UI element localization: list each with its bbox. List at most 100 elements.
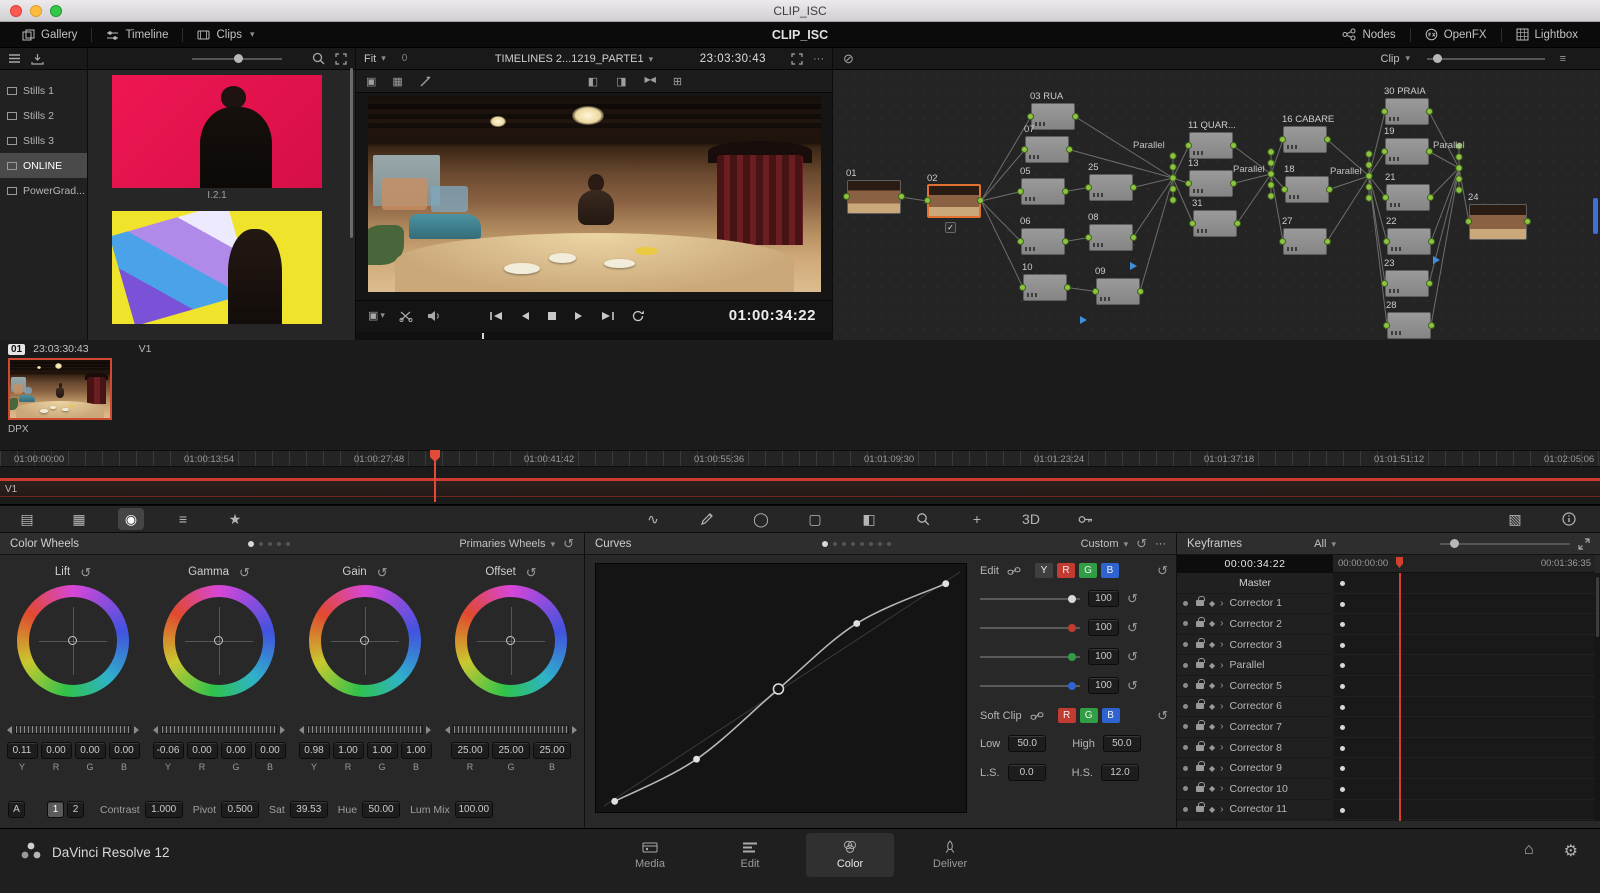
enhanced-viewer-icon[interactable] — [419, 75, 432, 88]
high-value[interactable]: 50.0 — [1103, 735, 1141, 752]
wheels-mode-select[interactable]: Primaries Wheels ▾ — [459, 538, 555, 550]
keyframe-diamond-icon[interactable]: ◆ — [1209, 784, 1215, 793]
wheel-value-b[interactable]: 1.00 — [401, 742, 432, 759]
wheels-page-button[interactable]: 1 — [47, 801, 64, 818]
step-back-icon[interactable] — [519, 311, 531, 321]
play-icon[interactable] — [573, 311, 585, 321]
keyframe-marker[interactable] — [1340, 663, 1345, 668]
color-wheel-control[interactable] — [455, 585, 567, 697]
camera-raw-icon[interactable]: ▤ — [14, 508, 40, 530]
image-wipe-icon[interactable]: ▣ — [366, 75, 376, 88]
keyframe-track[interactable] — [1333, 676, 1595, 697]
node-16[interactable]: 16 CABARE — [1283, 126, 1327, 153]
node-graph[interactable]: ParallelParallelParallelParallel0102✓03 … — [833, 70, 1600, 340]
expand-gallery-icon[interactable] — [335, 53, 347, 65]
lock-icon[interactable] — [1196, 724, 1204, 730]
keyframe-marker[interactable] — [1340, 643, 1345, 648]
wheel-master-slider[interactable] — [161, 725, 277, 734]
gang-viewers-icon[interactable]: ▶◀ — [645, 75, 655, 88]
param-value[interactable]: 0.500 — [221, 801, 259, 818]
keyframe-diamond-icon[interactable]: ◆ — [1209, 640, 1215, 649]
wheel-value-b[interactable]: 0.00 — [255, 742, 286, 759]
keyframes-ruler-area[interactable]: 00:00:00:00 00:01:36:35 — [1333, 555, 1595, 573]
page-tab-edit[interactable]: Edit — [706, 833, 794, 877]
node-10[interactable]: 10 — [1023, 274, 1067, 301]
keyframes-filter-select[interactable]: All ▾ — [1314, 538, 1336, 550]
slider-reset-icon[interactable]: ↺ — [1127, 679, 1138, 692]
thumbnail-size-slider[interactable] — [192, 53, 282, 65]
keyframe-track[interactable] — [1333, 635, 1595, 656]
curve-gain-value[interactable]: 100 — [1088, 619, 1119, 636]
keyframes-expand-icon[interactable] — [1578, 538, 1590, 550]
curve-gain-value[interactable]: 100 — [1088, 590, 1119, 607]
expand-chevron-icon[interactable]: › — [1220, 660, 1223, 671]
wheel-value-b[interactable]: 0.00 — [109, 742, 140, 759]
split-screen-icon[interactable]: ◧ — [588, 75, 598, 88]
keyframe-track[interactable] — [1333, 614, 1595, 635]
keyframe-diamond-icon[interactable]: ◆ — [1209, 661, 1215, 670]
topbar-button-openfx[interactable]: OpenFX — [1413, 22, 1499, 47]
topbar-button-timeline[interactable]: Timeline — [94, 22, 180, 47]
wheel-master-slider[interactable] — [15, 725, 131, 734]
param-value[interactable]: 50.00 — [362, 801, 400, 818]
curve-gain-value[interactable]: 100 — [1088, 648, 1119, 665]
lock-icon[interactable] — [1196, 806, 1204, 812]
keyframe-track[interactable] — [1333, 655, 1595, 676]
keyframe-marker[interactable] — [1340, 622, 1345, 627]
expand-chevron-icon[interactable]: › — [1220, 742, 1223, 753]
keyframe-marker[interactable] — [1340, 705, 1345, 710]
node-03[interactable]: 03 RUA — [1031, 103, 1075, 130]
row-enable-dot-icon[interactable] — [1183, 807, 1188, 812]
viewer-options-icon[interactable]: ··· — [813, 53, 824, 65]
curve-graph[interactable] — [595, 563, 967, 813]
expand-chevron-icon[interactable]: › — [1220, 639, 1223, 650]
keyframe-track[interactable] — [1333, 573, 1595, 594]
node-18[interactable]: 18 — [1285, 176, 1329, 203]
lock-icon[interactable] — [1196, 683, 1204, 689]
expand-chevron-icon[interactable]: › — [1220, 701, 1223, 712]
curves-page-dots[interactable] — [822, 541, 891, 547]
gallery-item[interactable]: ONLINE — [0, 153, 87, 178]
keyframe-marker[interactable] — [1340, 725, 1345, 730]
node-13[interactable]: 13 — [1189, 170, 1233, 197]
gradient-window-icon[interactable]: ◧ — [856, 508, 882, 530]
viewer-progress-bar[interactable] — [356, 332, 832, 340]
keyframe-diamond-icon[interactable]: ◆ — [1209, 702, 1215, 711]
key-icon[interactable] — [1072, 508, 1098, 530]
viewer-video[interactable] — [368, 96, 821, 292]
node-21[interactable]: 21 — [1386, 184, 1430, 211]
export-still-icon[interactable] — [31, 53, 44, 65]
wheel-reset-icon[interactable]: ↺ — [526, 566, 537, 579]
keyframe-row[interactable]: ◆›Corrector 2 — [1177, 614, 1333, 635]
keyframe-diamond-icon[interactable]: ◆ — [1209, 743, 1215, 752]
wheel-value-b[interactable]: 25.00 — [533, 742, 571, 759]
row-enable-dot-icon[interactable] — [1183, 642, 1188, 647]
wheel-value-r[interactable]: 0.00 — [187, 742, 218, 759]
node-25[interactable]: 25 — [1089, 174, 1133, 201]
page-tab-color[interactable]: Color — [806, 833, 894, 877]
list-view-icon[interactable] — [8, 53, 21, 64]
slider-reset-icon[interactable]: ↺ — [1127, 621, 1138, 634]
keyframe-diamond-icon[interactable]: ◆ — [1209, 805, 1215, 814]
curves-icon[interactable]: ∿ — [640, 508, 666, 530]
keyframe-track[interactable] — [1333, 594, 1595, 615]
soft-clip-channel-b[interactable]: B — [1102, 708, 1120, 723]
keyframe-marker[interactable] — [1340, 808, 1345, 813]
node-27[interactable]: 27 — [1283, 228, 1327, 255]
expand-chevron-icon[interactable]: › — [1220, 763, 1223, 774]
color-wheels-icon[interactable]: ◉ — [118, 508, 144, 530]
viewer-mode-icon[interactable]: ▣▾ — [368, 309, 385, 322]
keyframe-diamond-icon[interactable]: ◆ — [1209, 764, 1215, 773]
lock-icon[interactable] — [1196, 642, 1204, 648]
wheel-reset-icon[interactable]: ↺ — [239, 566, 250, 579]
row-enable-dot-icon[interactable] — [1183, 704, 1188, 709]
lock-icon[interactable] — [1196, 765, 1204, 771]
row-enable-dot-icon[interactable] — [1183, 786, 1188, 791]
node-07[interactable]: 07 — [1025, 136, 1069, 163]
gallery-scrollbar[interactable] — [350, 68, 353, 238]
settings-gear-icon[interactable]: ⚙ — [1564, 841, 1578, 861]
search-icon[interactable] — [312, 52, 325, 65]
node-06[interactable]: 06 — [1021, 228, 1065, 255]
link-icon[interactable] — [1007, 566, 1021, 576]
timeline-name-select[interactable]: TIMELINES 2...1219_PARTE1 ▾ — [476, 53, 672, 65]
